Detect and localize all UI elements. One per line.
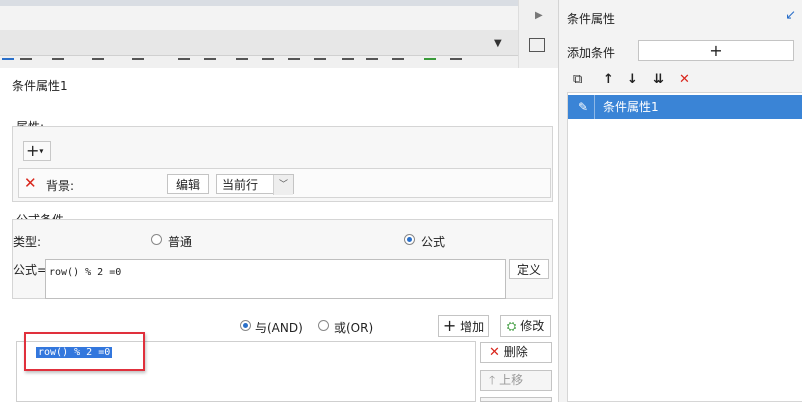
arrow-up-icon[interactable]: ↑ xyxy=(603,73,614,87)
move-up-button[interactable]: 🡑 上移 xyxy=(480,370,552,391)
panel-title: 条件属性 xyxy=(567,12,616,26)
add-attribute-button[interactable]: +▾ xyxy=(23,141,51,161)
formula-input[interactable]: row() % 2 =0 xyxy=(45,259,506,299)
delete-attribute-icon[interactable]: ✕ xyxy=(24,174,37,192)
toolbar-icon[interactable] xyxy=(262,58,274,68)
add-condition-button[interactable]: + 增加 xyxy=(438,315,489,337)
separator xyxy=(594,95,595,119)
modify-condition-button[interactable]: ⛭ 修改 xyxy=(500,315,551,337)
expand-arrow-icon[interactable]: ▶ xyxy=(535,10,543,21)
toolbar-icon[interactable] xyxy=(392,58,404,68)
condition-list: ✎ 条件属性1 xyxy=(567,92,802,402)
toolbar-icon[interactable] xyxy=(178,58,190,68)
scope-select-value: 当前行 xyxy=(222,178,259,192)
chevron-down-icon[interactable]: ﹀ xyxy=(273,175,293,195)
chevron-down-icon: ▾ xyxy=(39,146,44,156)
toolbar-icon[interactable] xyxy=(314,58,326,68)
and-radio[interactable] xyxy=(240,320,251,331)
toolbar-icon[interactable] xyxy=(52,58,64,68)
plus-icon: + xyxy=(442,316,457,335)
toolbar-icon[interactable] xyxy=(204,58,216,68)
scope-select[interactable]: 当前行 ﹀ xyxy=(216,174,294,195)
delete-icon: ✕ xyxy=(489,345,500,360)
delete-icon[interactable]: ✕ xyxy=(679,73,690,87)
panel-toolbar: ⧉ ↑ ↓ ⇊ ✕ xyxy=(569,73,799,89)
add-condition-label: 添加条件 xyxy=(567,46,616,60)
grid-layout-icon[interactable] xyxy=(529,38,545,52)
add-condition-attribute-button[interactable]: + xyxy=(638,40,794,61)
and-label: 与(AND) xyxy=(255,321,303,335)
type-label: 类型: xyxy=(13,235,42,249)
or-label: 或(OR) xyxy=(334,321,374,335)
toolbar-row xyxy=(0,30,518,56)
list-item-label: 条件属性1 xyxy=(603,100,659,114)
toolbar-icon[interactable] xyxy=(20,58,32,68)
move-to-bottom-icon[interactable]: ⇊ xyxy=(653,73,664,87)
collapse-strip: ▶ xyxy=(518,0,558,70)
edit-pencil-icon[interactable]: ✎ xyxy=(572,95,594,119)
toolbar-icon[interactable] xyxy=(450,58,462,68)
attribute-name: 背景: xyxy=(46,179,75,193)
or-radio[interactable] xyxy=(318,320,329,331)
list-item[interactable]: ✎ 条件属性1 xyxy=(568,95,802,119)
copy-icon[interactable]: ⧉ xyxy=(573,73,582,87)
edit-attribute-button[interactable]: 编辑 xyxy=(167,174,209,194)
toolbar-icon[interactable] xyxy=(132,58,144,68)
toolbar-icon[interactable] xyxy=(2,58,14,68)
dialog-title: 条件属性1 xyxy=(12,79,68,93)
modify-icon: ⛭ xyxy=(506,319,517,333)
toolbar-icon[interactable] xyxy=(424,58,436,68)
type-formula-radio[interactable] xyxy=(404,234,415,245)
type-normal-label: 普通 xyxy=(168,235,193,249)
toolbar-area xyxy=(0,6,518,30)
highlight-frame xyxy=(24,332,145,371)
delete-condition-button[interactable]: ✕ 删除 xyxy=(480,342,552,363)
define-formula-button[interactable]: 定义 xyxy=(509,259,549,279)
toolbar-icon[interactable] xyxy=(288,58,300,68)
toolbar-icon[interactable] xyxy=(366,58,378,68)
arrow-up-icon: 🡑 xyxy=(489,373,496,387)
type-formula-label: 公式 xyxy=(421,235,446,249)
condition-attributes-panel: 条件属性 ↙ 添加条件 + ⧉ ↑ ↓ ⇊ ✕ ✎ 条件属性1 xyxy=(558,0,802,402)
next-button-partial[interactable] xyxy=(480,397,552,402)
type-normal-radio[interactable] xyxy=(151,234,162,245)
arrow-down-icon[interactable]: ↓ xyxy=(627,73,638,87)
formula-label: 公式= xyxy=(13,263,48,277)
pin-icon[interactable]: ↙ xyxy=(785,8,796,23)
toolbar-icon[interactable] xyxy=(236,58,248,68)
toolbar-icon[interactable] xyxy=(342,58,354,68)
toolbar-icons-strip xyxy=(0,56,566,68)
toolbar-dropdown-icon[interactable]: ▼ xyxy=(494,38,502,49)
toolbar-icon[interactable] xyxy=(92,58,104,68)
